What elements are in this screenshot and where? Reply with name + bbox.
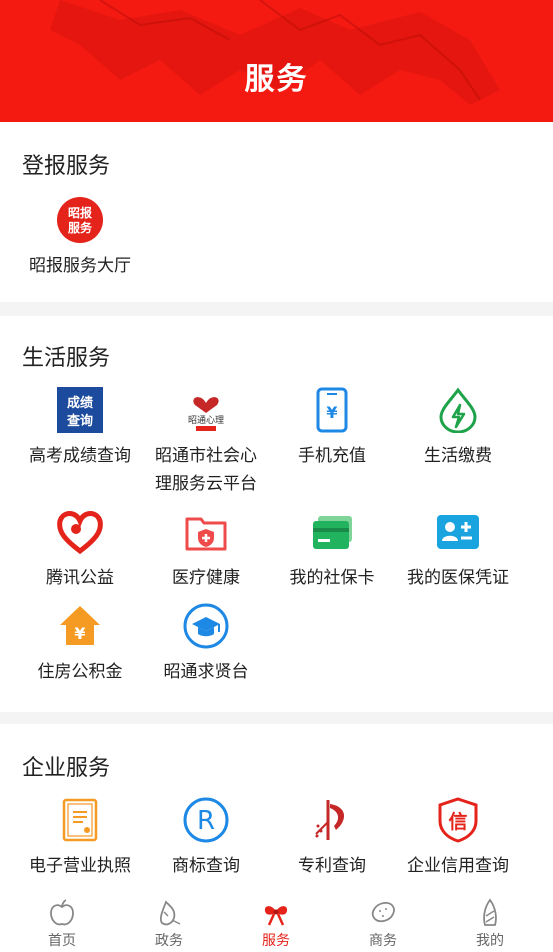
service-label: 企业信用查询 (407, 856, 509, 876)
page-title: 服务 (244, 62, 309, 97)
service-talent-recruit[interactable]: 昭通求贤台 (143, 600, 269, 686)
ginseng-icon (152, 896, 186, 930)
tab-label: 首页 (48, 933, 76, 949)
housing-fund-icon: ¥ (54, 600, 106, 652)
service-medical-insurance[interactable]: 我的医保凭证 (395, 506, 521, 592)
label-line-1: 昭通市社会心 (155, 446, 257, 466)
tab-label: 服务 (262, 933, 290, 949)
patent-icon (306, 794, 358, 846)
tab-business[interactable]: 商务 (328, 890, 438, 950)
service-housing-fund[interactable]: ¥ 住房公积金 (17, 600, 143, 686)
apple-icon (45, 896, 79, 930)
page-header: 服务 (0, 0, 553, 122)
service-label: 商标查询 (172, 856, 240, 876)
tab-label: 政务 (155, 933, 183, 949)
svg-text:R: R (197, 806, 215, 836)
section-enterprise-services: 企业服务 电子营业执照 R 商标查询 专利查询 信 企业信用查询 (0, 724, 553, 890)
service-label: 住房公积金 (37, 662, 123, 682)
svg-text:昭通心理: 昭通心理 (188, 415, 224, 426)
service-label: 腾讯公益 (46, 568, 114, 588)
service-label: 医疗健康 (172, 568, 240, 588)
service-patent-query[interactable]: 专利查询 (269, 794, 395, 880)
zhaobao-logo-icon: 昭报 服务 (54, 194, 106, 246)
service-label: 电子营业执照 (29, 856, 131, 876)
section-title: 企业服务 (22, 756, 111, 781)
service-label: 我的社保卡 (289, 568, 375, 588)
svg-text:¥: ¥ (326, 403, 337, 422)
bamboo-shoot-icon (473, 896, 507, 930)
tab-services[interactable]: 服务 (221, 890, 331, 950)
phone-recharge-icon: ¥ (306, 384, 358, 436)
service-psych-platform[interactable]: 昭通心理 昭通市社会心 理服务云平台 (143, 384, 269, 498)
tab-government[interactable]: 政务 (114, 890, 224, 950)
talent-recruit-icon (180, 600, 232, 652)
svg-text:昭报: 昭报 (68, 205, 92, 220)
svg-text:¥: ¥ (74, 624, 85, 643)
social-security-card-icon (306, 506, 358, 558)
svg-text:查询: 查询 (66, 413, 93, 429)
service-label: 手机充值 (298, 446, 366, 466)
medical-health-icon (180, 506, 232, 558)
utility-payment-icon (432, 384, 484, 436)
business-license-icon (54, 794, 106, 846)
tencent-charity-icon (54, 506, 106, 558)
service-label: 我的医保凭证 (407, 568, 509, 588)
potato-icon (366, 896, 400, 930)
tab-home[interactable]: 首页 (7, 890, 117, 950)
service-utility-payment[interactable]: 生活缴费 (395, 384, 521, 470)
section-life-services: 生活服务 成绩 查询 高考成绩查询 昭通心理 昭通市社会心 理服务云平台 ¥ 手… (0, 316, 553, 712)
service-label: 专利查询 (298, 856, 366, 876)
trademark-icon: R (180, 794, 232, 846)
svg-text:信: 信 (448, 810, 467, 833)
svg-text:成绩: 成绩 (67, 395, 93, 411)
service-label: 昭通求贤台 (163, 662, 249, 682)
bottom-tab-bar: 首页 政务 服务 商务 我的 (0, 890, 553, 952)
score-query-icon: 成绩 查询 (54, 384, 106, 436)
service-zhaobao-hall[interactable]: 昭报 服务 昭报服务大厅 (17, 194, 143, 280)
service-label: 昭报服务大厅 (29, 256, 131, 276)
svg-text:服务: 服务 (68, 220, 93, 235)
medical-insurance-icon (432, 506, 484, 558)
service-medical-health[interactable]: 医疗健康 (143, 506, 269, 592)
service-score-query[interactable]: 成绩 查询 高考成绩查询 (17, 384, 143, 470)
service-label: 生活缴费 (424, 446, 492, 466)
service-trademark-query[interactable]: R 商标查询 (143, 794, 269, 880)
tab-label: 商务 (369, 933, 397, 949)
service-business-license[interactable]: 电子营业执照 (17, 794, 143, 880)
section-title: 登报服务 (22, 154, 111, 179)
bow-icon (259, 896, 293, 930)
tab-mine[interactable]: 我的 (435, 890, 545, 950)
service-credit-query[interactable]: 信 企业信用查询 (395, 794, 521, 880)
service-label: 高考成绩查询 (29, 446, 131, 466)
service-social-security-card[interactable]: 我的社保卡 (269, 506, 395, 592)
tab-label: 我的 (476, 933, 504, 949)
label-line-2: 理服务云平台 (155, 474, 257, 494)
service-phone-recharge[interactable]: ¥ 手机充值 (269, 384, 395, 470)
service-tencent-charity[interactable]: 腾讯公益 (17, 506, 143, 592)
service-label: 昭通市社会心 理服务云平台 (143, 442, 269, 498)
credit-icon: 信 (432, 794, 484, 846)
section-newspaper-services: 登报服务 昭报 服务 昭报服务大厅 (0, 122, 553, 302)
section-title: 生活服务 (22, 346, 111, 371)
psych-service-icon: 昭通心理 (180, 384, 232, 436)
